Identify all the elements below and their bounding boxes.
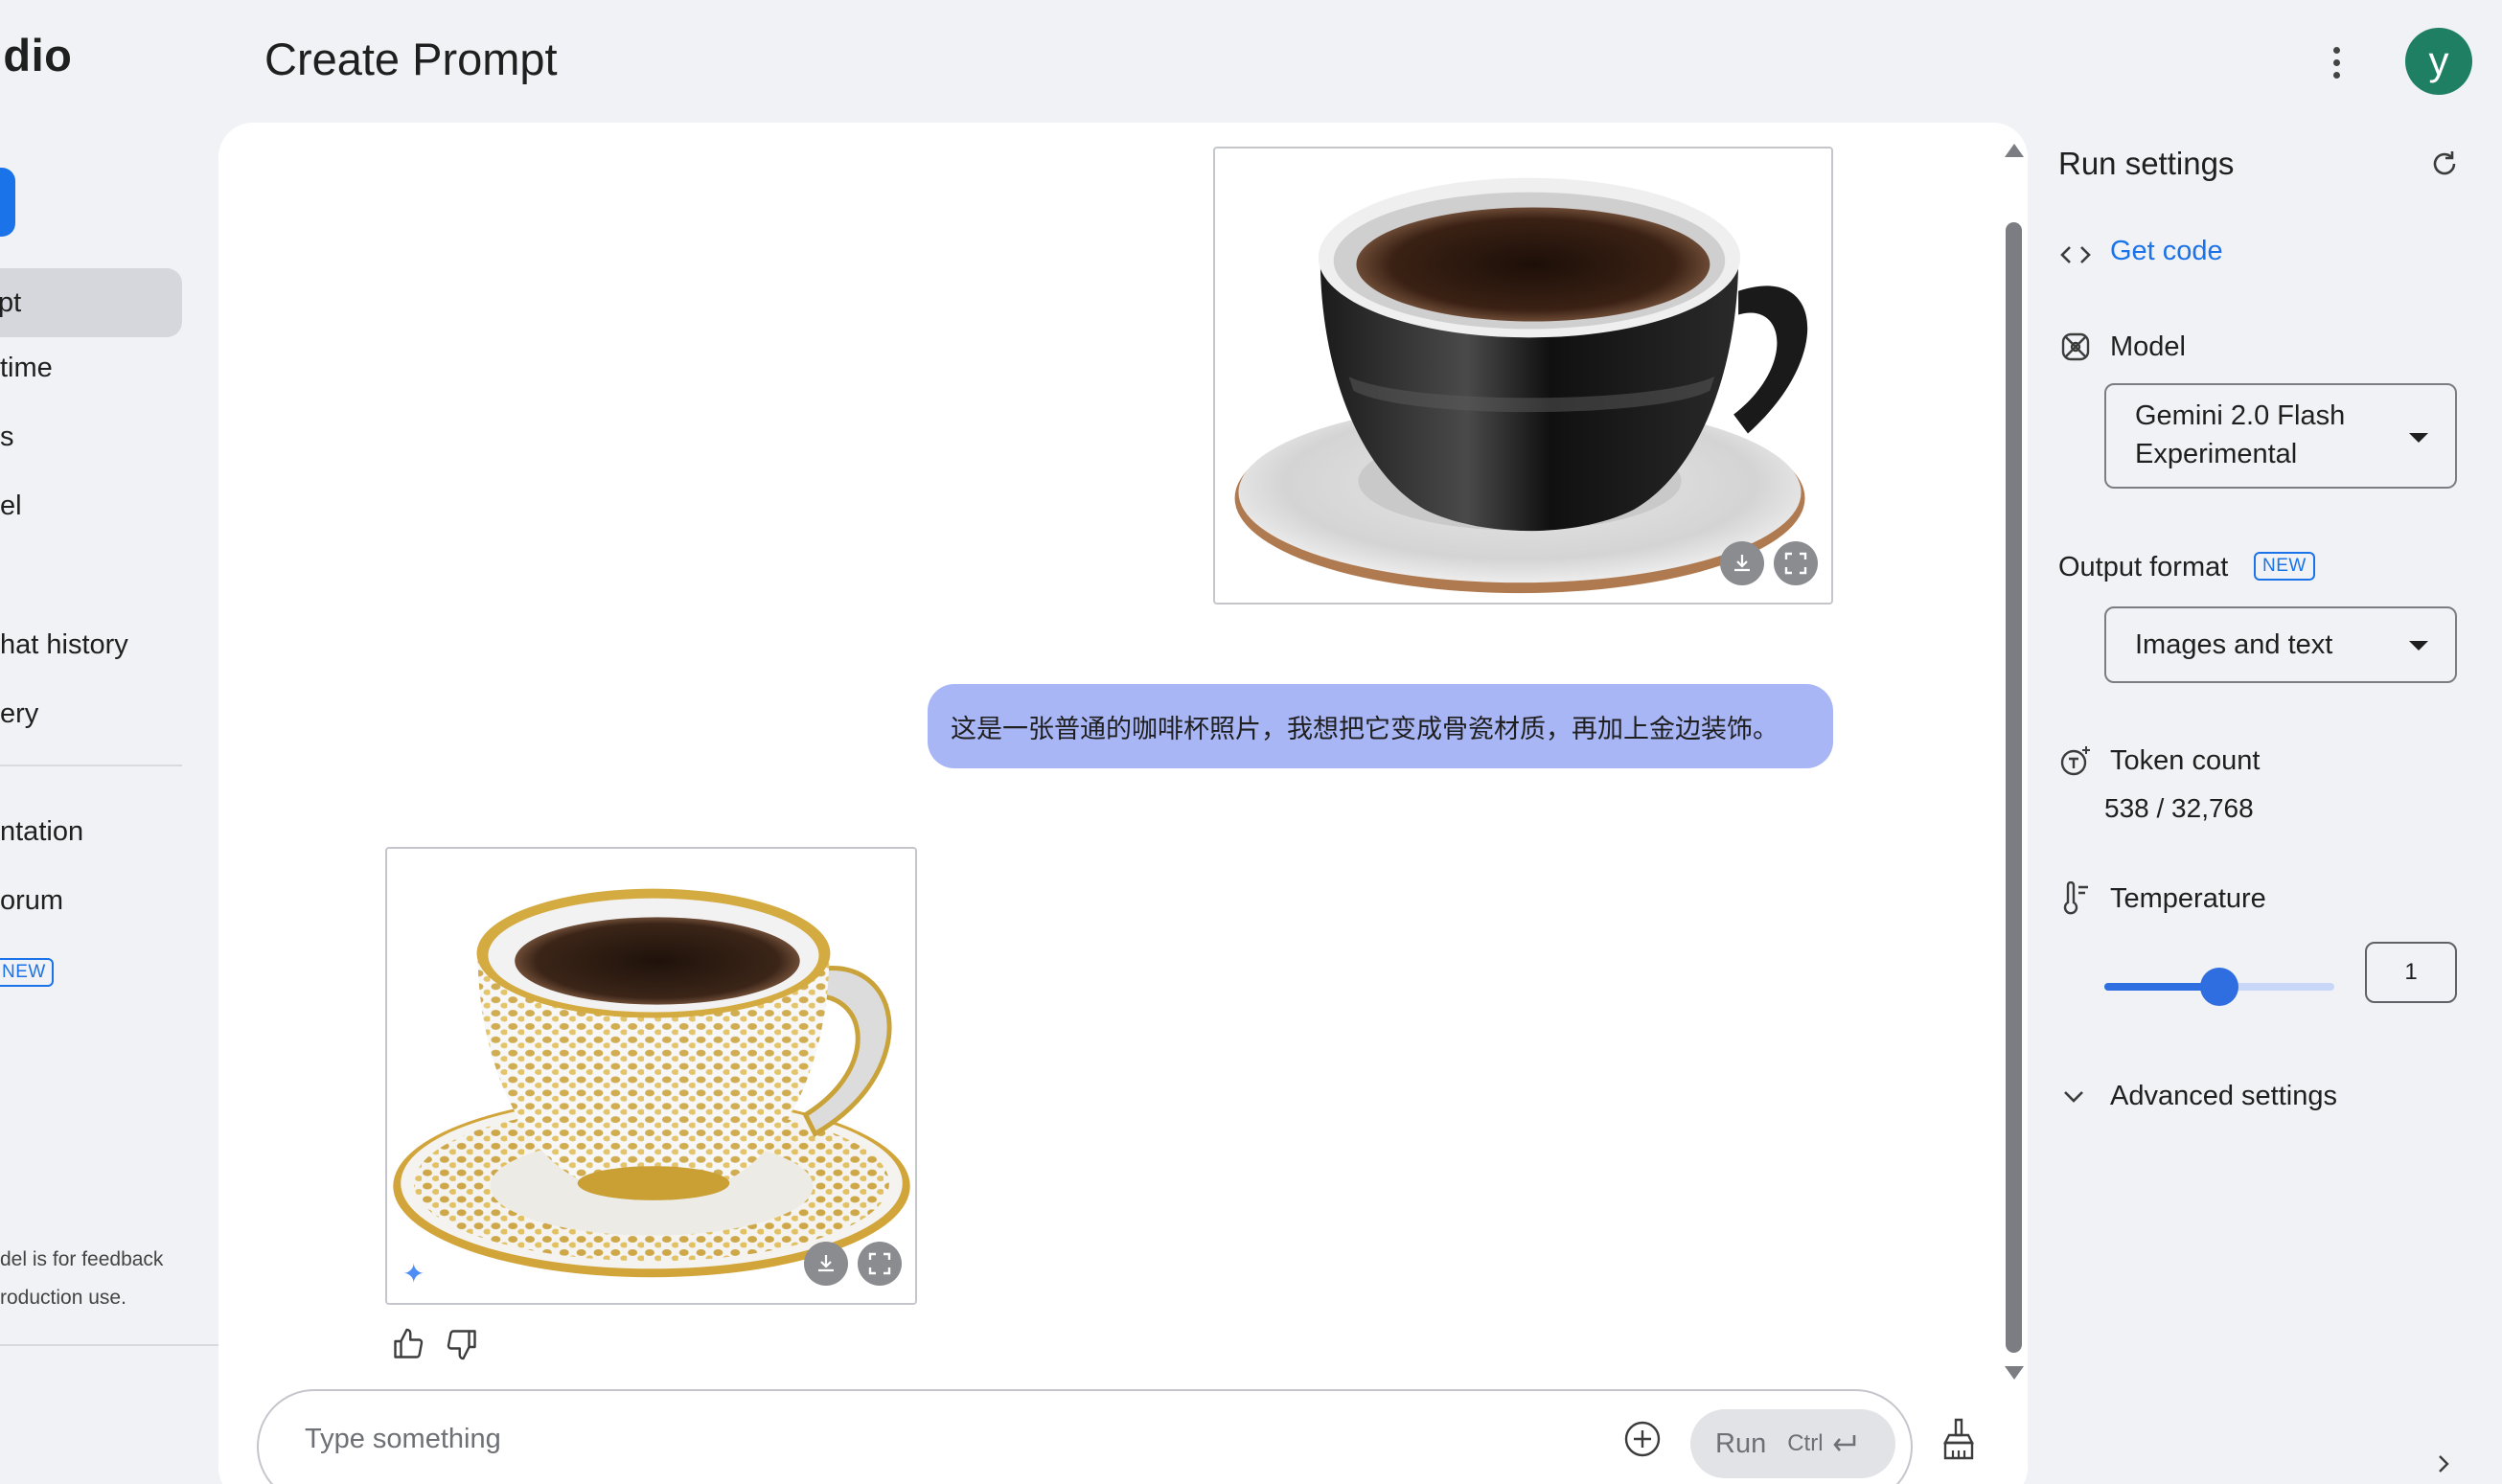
sidebar-item-create-prompt[interactable]: pt [0,268,182,337]
thumbs-down-icon [447,1330,476,1360]
new-badge: NEW [0,958,54,987]
chevron-down-icon [2064,1090,2083,1103]
fullscreen-image-button[interactable] [858,1242,902,1286]
black-coffee-cup-photo-icon [1215,148,1831,603]
download-image-button[interactable] [1720,541,1764,585]
sidebar-item-gallery[interactable]: ery [0,698,38,730]
chat-scrollbar[interactable] [2006,222,2022,1353]
add-media-icon[interactable] [1623,1420,1662,1458]
gold-rim-bone-china-cup-photo-icon [387,849,915,1303]
thumbs-up-button[interactable] [387,1323,429,1365]
sidebar: pt time s el hat history ery ntation oru… [0,0,218,1484]
model-image-card[interactable]: ✦ [385,847,917,1305]
fullscreen-icon [1784,552,1807,575]
sidebar-item-documentation[interactable]: ntation [0,816,83,848]
chevron-down-icon [2409,641,2428,651]
token-count-icon [2058,743,2093,778]
chevron-down-icon [2409,433,2428,443]
download-icon [818,1255,834,1272]
run-shortcut: Ctrl [1787,1430,1857,1457]
more-options-icon[interactable] [2317,38,2355,86]
run-settings-panel: Run settings Get code Model Gemini 2.0 F… [2028,123,2502,1484]
model-icon [2058,330,2093,364]
avatar[interactable]: y [2405,28,2472,95]
model-select-line-1: Gemini 2.0 Flash [2135,400,2346,431]
scroll-down-arrow-icon[interactable] [2005,1366,2024,1380]
run-button[interactable]: Run Ctrl [1690,1409,1895,1478]
page-title: Create Prompt [264,34,558,84]
sidebar-item-label: pt [0,287,22,318]
new-badge: NEW [2254,552,2315,581]
user-image-card[interactable] [1213,147,1833,605]
download-image-button[interactable] [804,1242,848,1286]
output-format-label: Output format [2058,552,2229,582]
fullscreen-image-button[interactable] [1774,541,1818,585]
prompt-input[interactable] [305,1410,1455,1468]
create-button[interactable] [0,168,15,237]
chat-panel: 这是一张普通的咖啡杯照片，我想把它变成骨瓷材质，再加上金边装饰。 ✦ [218,123,2028,1484]
sidebar-item-chat-history[interactable]: hat history [0,629,128,661]
temperature-input[interactable]: 1 [2365,942,2457,1003]
get-code-link[interactable]: Get code [2110,236,2223,267]
temperature-slider[interactable] [2104,966,2334,1008]
advanced-settings-label: Advanced settings [2110,1081,2337,1111]
sidebar-bottom-divider [0,1344,218,1346]
user-message-bubble: 这是一张普通的咖啡杯照片，我想把它变成骨瓷材质，再加上金边装饰。 [928,684,1833,768]
output-format-select[interactable]: Images and text [2104,606,2457,683]
sidebar-item-4[interactable]: el [0,491,22,522]
scroll-up-arrow-icon[interactable] [2005,144,2024,157]
thumbs-down-button[interactable] [441,1323,483,1365]
model-select[interactable]: Gemini 2.0 Flash Experimental [2104,383,2457,489]
enter-key-icon [1832,1435,1855,1451]
temperature-label: Temperature [2110,883,2266,914]
prompt-composer: Run Ctrl [257,1389,1913,1484]
ai-sparkle-icon: ✦ [402,1259,425,1289]
sidebar-item-realtime[interactable]: time [0,353,53,384]
sidebar-note-line-2: roduction use. [0,1287,126,1309]
token-count-value: 538 / 32,768 [2104,793,2254,823]
model-select-line-2: Experimental [2135,439,2298,469]
run-settings-title: Run settings [2058,146,2235,181]
clear-chat-broom-icon[interactable] [1940,1418,1978,1460]
token-count-label: Token count [2110,745,2261,776]
download-icon [1734,555,1750,572]
advanced-settings-toggle[interactable]: Advanced settings [2062,1081,2337,1112]
code-brackets-icon [2058,238,2093,272]
fullscreen-icon [868,1252,891,1275]
sidebar-item-forum[interactable]: orum [0,885,63,917]
run-button-label: Run [1715,1427,1767,1459]
temperature-slider-thumb[interactable] [2200,968,2238,1006]
sidebar-item-3[interactable]: s [0,422,14,453]
model-label: Model [2110,331,2186,362]
thermometer-icon [2058,881,2093,916]
sidebar-divider [0,765,182,766]
output-format-value: Images and text [2135,629,2333,660]
chevron-right-icon[interactable] [2434,1452,2453,1475]
run-shortcut-label: Ctrl [1787,1430,1824,1456]
reset-settings-icon[interactable] [2428,148,2461,180]
thumbs-up-icon [394,1328,424,1358]
sidebar-note-line-1: del is for feedback [0,1248,164,1270]
sidebar-note: del is for feedback roduction use. [0,1241,163,1317]
